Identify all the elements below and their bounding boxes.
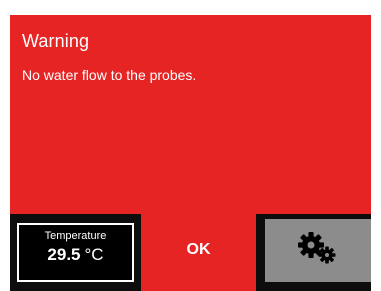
temperature-value: 29.5 xyxy=(47,245,81,264)
settings-panel xyxy=(256,214,371,291)
bottom-bar: Temperature 29.5 °C OK xyxy=(10,214,371,291)
ok-button[interactable]: OK xyxy=(141,214,256,291)
temperature-unit: °C xyxy=(84,245,104,264)
temperature-label: Temperature xyxy=(44,230,107,242)
settings-button[interactable] xyxy=(265,219,371,282)
dialog-message: No water flow to the probes. xyxy=(22,67,197,83)
warning-screen: Warning No water flow to the probes. Tem… xyxy=(10,15,371,291)
temperature-readout[interactable]: Temperature 29.5 °C xyxy=(17,223,134,282)
dialog-title: Warning xyxy=(22,31,90,51)
temperature-panel: Temperature 29.5 °C xyxy=(10,214,141,291)
gears-icon xyxy=(297,231,339,270)
